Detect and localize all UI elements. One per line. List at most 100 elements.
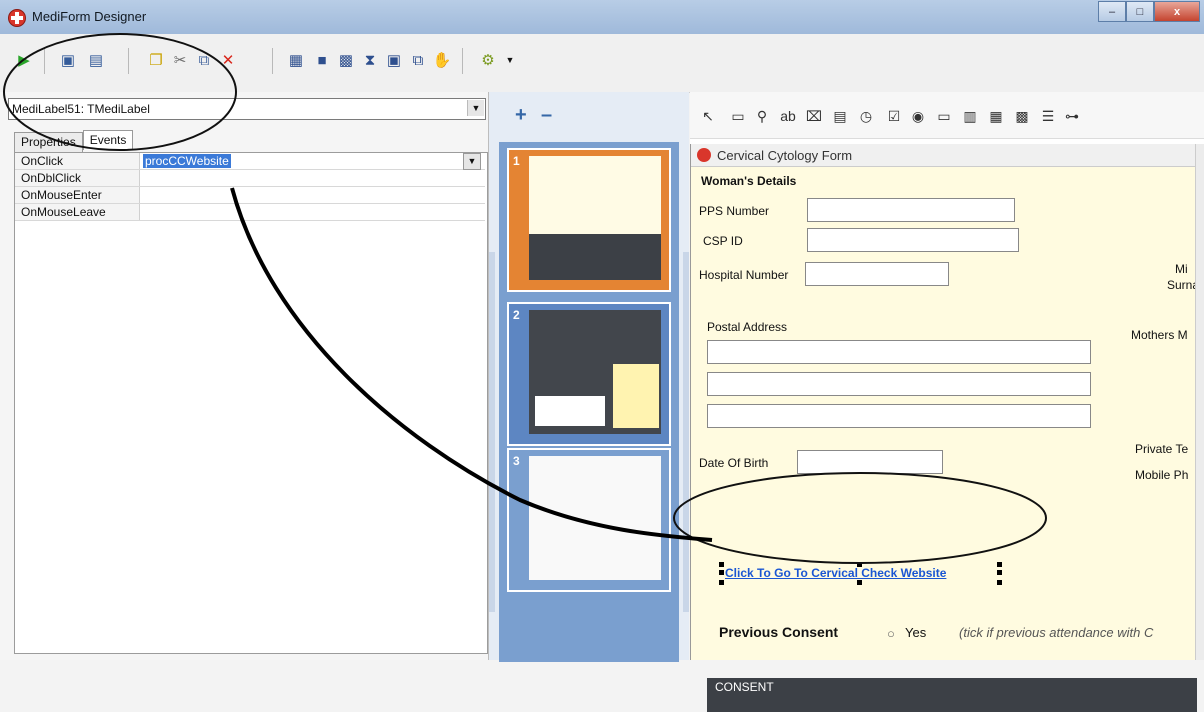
grid-icon[interactable]: ■ xyxy=(312,50,332,70)
label-tool-icon[interactable]: ab xyxy=(778,106,798,126)
events-grid: OnClick procCCWebsite ▼ OnDblClick OnMou… xyxy=(14,152,488,654)
chevron-down-icon[interactable]: ▼ xyxy=(467,100,484,116)
postal-line-3-input[interactable] xyxy=(707,404,1091,428)
mothers-maiden-label: Mothers M xyxy=(1131,328,1188,342)
delete-icon[interactable]: ✕ xyxy=(218,50,238,70)
event-row-onclick[interactable]: OnClick procCCWebsite ▼ xyxy=(15,153,485,170)
hospital-label: Hospital Number xyxy=(699,268,789,282)
consent-section: CONSENT xyxy=(707,678,1197,712)
cut-icon[interactable]: ✂ xyxy=(170,50,190,70)
toolbar-separator xyxy=(128,48,129,74)
panel-tool-icon[interactable]: ▭ xyxy=(934,106,954,126)
event-row-onmouseleave[interactable]: OnMouseLeave xyxy=(15,204,485,221)
arrange-icon[interactable]: ▣ xyxy=(384,50,404,70)
list-tool-icon[interactable]: ☰ xyxy=(1038,106,1058,126)
remove-page-button[interactable]: – xyxy=(541,104,552,127)
add-page-button[interactable]: + xyxy=(515,104,527,127)
toolbar-separator xyxy=(272,48,273,74)
page-thumbnails-pane: + – 1 2 3 xyxy=(489,92,689,662)
tab-properties[interactable]: Properties xyxy=(14,132,83,152)
play-icon[interactable]: ▶ xyxy=(14,50,34,70)
slider-tool-icon[interactable]: ⊶ xyxy=(1062,106,1082,126)
toolbar-separator xyxy=(44,48,45,74)
page-thumbnail-2[interactable]: 2 xyxy=(507,302,671,446)
chevron-down-icon[interactable]: ▼ xyxy=(500,50,520,70)
pps-input[interactable] xyxy=(807,198,1015,222)
form-title: Cervical Cytology Form xyxy=(717,148,853,163)
page-thumbnail-3[interactable]: 3 xyxy=(507,448,671,592)
radio-button-icon[interactable]: ○ xyxy=(887,626,895,641)
resize-handle[interactable] xyxy=(997,562,1002,567)
splitter-left[interactable] xyxy=(489,252,495,612)
hand-icon[interactable]: ✋ xyxy=(432,50,452,70)
page-number: 2 xyxy=(513,308,520,322)
postal-label: Postal Address xyxy=(707,320,788,334)
radio-tool-icon[interactable]: ◉ xyxy=(908,106,928,126)
page-preview xyxy=(529,456,661,580)
group-tool-icon[interactable]: ▥ xyxy=(960,106,980,126)
window-buttons: – □ x xyxy=(1098,1,1200,22)
maximize-button[interactable]: □ xyxy=(1126,1,1154,22)
event-name: OnDblClick xyxy=(15,170,140,186)
resize-handle[interactable] xyxy=(857,562,862,567)
tabs-tool-icon[interactable]: ▦ xyxy=(986,106,1006,126)
link-tool-icon[interactable]: ⚲ xyxy=(752,106,772,126)
component-palette: ↖ ▭ ⚲ ab ⌧ ▤ ◷ ☑ ◉ ▭ ▥ ▦ ▩ ☰ ⊶ xyxy=(690,92,1204,139)
previous-attendance-note: (tick if previous attendance with C xyxy=(959,625,1154,640)
postal-line-1-input[interactable] xyxy=(707,340,1091,364)
event-handler-value[interactable]: procCCWebsite xyxy=(143,154,231,168)
splitter-right[interactable] xyxy=(683,252,689,612)
toolbar-separator xyxy=(462,48,463,74)
mobile-phone-label: Mobile Ph xyxy=(1135,468,1189,482)
distribute-icon[interactable]: ⧉ xyxy=(408,50,428,70)
save-all-icon[interactable]: ▤ xyxy=(86,50,106,70)
form-caption: Cervical Cytology Form xyxy=(691,144,1197,167)
new-page-icon[interactable]: ❐ xyxy=(146,50,166,70)
postal-line-2-input[interactable] xyxy=(707,372,1091,396)
resize-handle[interactable] xyxy=(857,580,862,585)
thumbnail-strip: 1 2 3 xyxy=(499,142,679,662)
event-row-onmouseenter[interactable]: OnMouseEnter xyxy=(15,187,485,204)
resize-handle[interactable] xyxy=(719,562,724,567)
save-icon[interactable]: ▣ xyxy=(58,50,78,70)
cervical-check-website-link[interactable]: Click To Go To Cervical Check Website xyxy=(725,566,946,580)
event-name: OnClick xyxy=(15,153,140,169)
chevron-down-icon[interactable]: ▼ xyxy=(463,153,481,170)
layout-icon[interactable]: ▩ xyxy=(336,50,356,70)
page-thumbnail-1[interactable]: 1 xyxy=(507,148,671,292)
tools-icon[interactable]: ⚙ xyxy=(478,50,498,70)
edit-tool-icon[interactable]: ⌧ xyxy=(804,106,824,126)
resize-handle[interactable] xyxy=(719,570,724,575)
dob-input[interactable] xyxy=(797,450,943,474)
window-title: MediForm Designer xyxy=(32,9,147,24)
page-number: 3 xyxy=(513,454,520,468)
close-button[interactable]: x xyxy=(1154,1,1200,22)
minimize-button[interactable]: – xyxy=(1098,1,1126,22)
resize-handle[interactable] xyxy=(997,570,1002,575)
page-preview xyxy=(529,310,661,434)
hospital-input[interactable] xyxy=(805,262,949,286)
inspector-tabs: Properties Events xyxy=(14,130,134,152)
vertical-scrollbar[interactable] xyxy=(1195,144,1204,660)
memo-tool-icon[interactable]: ▤ xyxy=(830,106,850,126)
grid-tool-icon[interactable]: ▩ xyxy=(1012,106,1032,126)
copy-icon[interactable]: ⧉ xyxy=(194,50,214,70)
event-row-ondblclick[interactable]: OnDblClick xyxy=(15,170,485,187)
order-icon[interactable]: ⧗ xyxy=(360,50,380,70)
pointer-icon[interactable]: ↖ xyxy=(698,106,718,126)
title-bar: MediForm Designer – □ x xyxy=(0,0,1204,35)
resize-handle[interactable] xyxy=(997,580,1002,585)
page-preview xyxy=(529,156,661,280)
component-selector[interactable]: MediLabel51: TMediLabel ▼ xyxy=(8,98,486,120)
event-value[interactable]: procCCWebsite xyxy=(143,153,231,169)
date-tool-icon[interactable]: ◷ xyxy=(856,106,876,126)
button-tool-icon[interactable]: ▭ xyxy=(728,106,748,126)
csp-input[interactable] xyxy=(807,228,1019,252)
tab-events[interactable]: Events xyxy=(82,130,134,150)
align-icon[interactable]: ▦ xyxy=(286,50,306,70)
component-selector-value: MediLabel51: TMediLabel xyxy=(12,102,150,116)
csp-label: CSP ID xyxy=(703,234,743,248)
resize-handle[interactable] xyxy=(719,580,724,585)
checkbox-tool-icon[interactable]: ☑ xyxy=(884,106,904,126)
event-name: OnMouseLeave xyxy=(15,204,140,220)
